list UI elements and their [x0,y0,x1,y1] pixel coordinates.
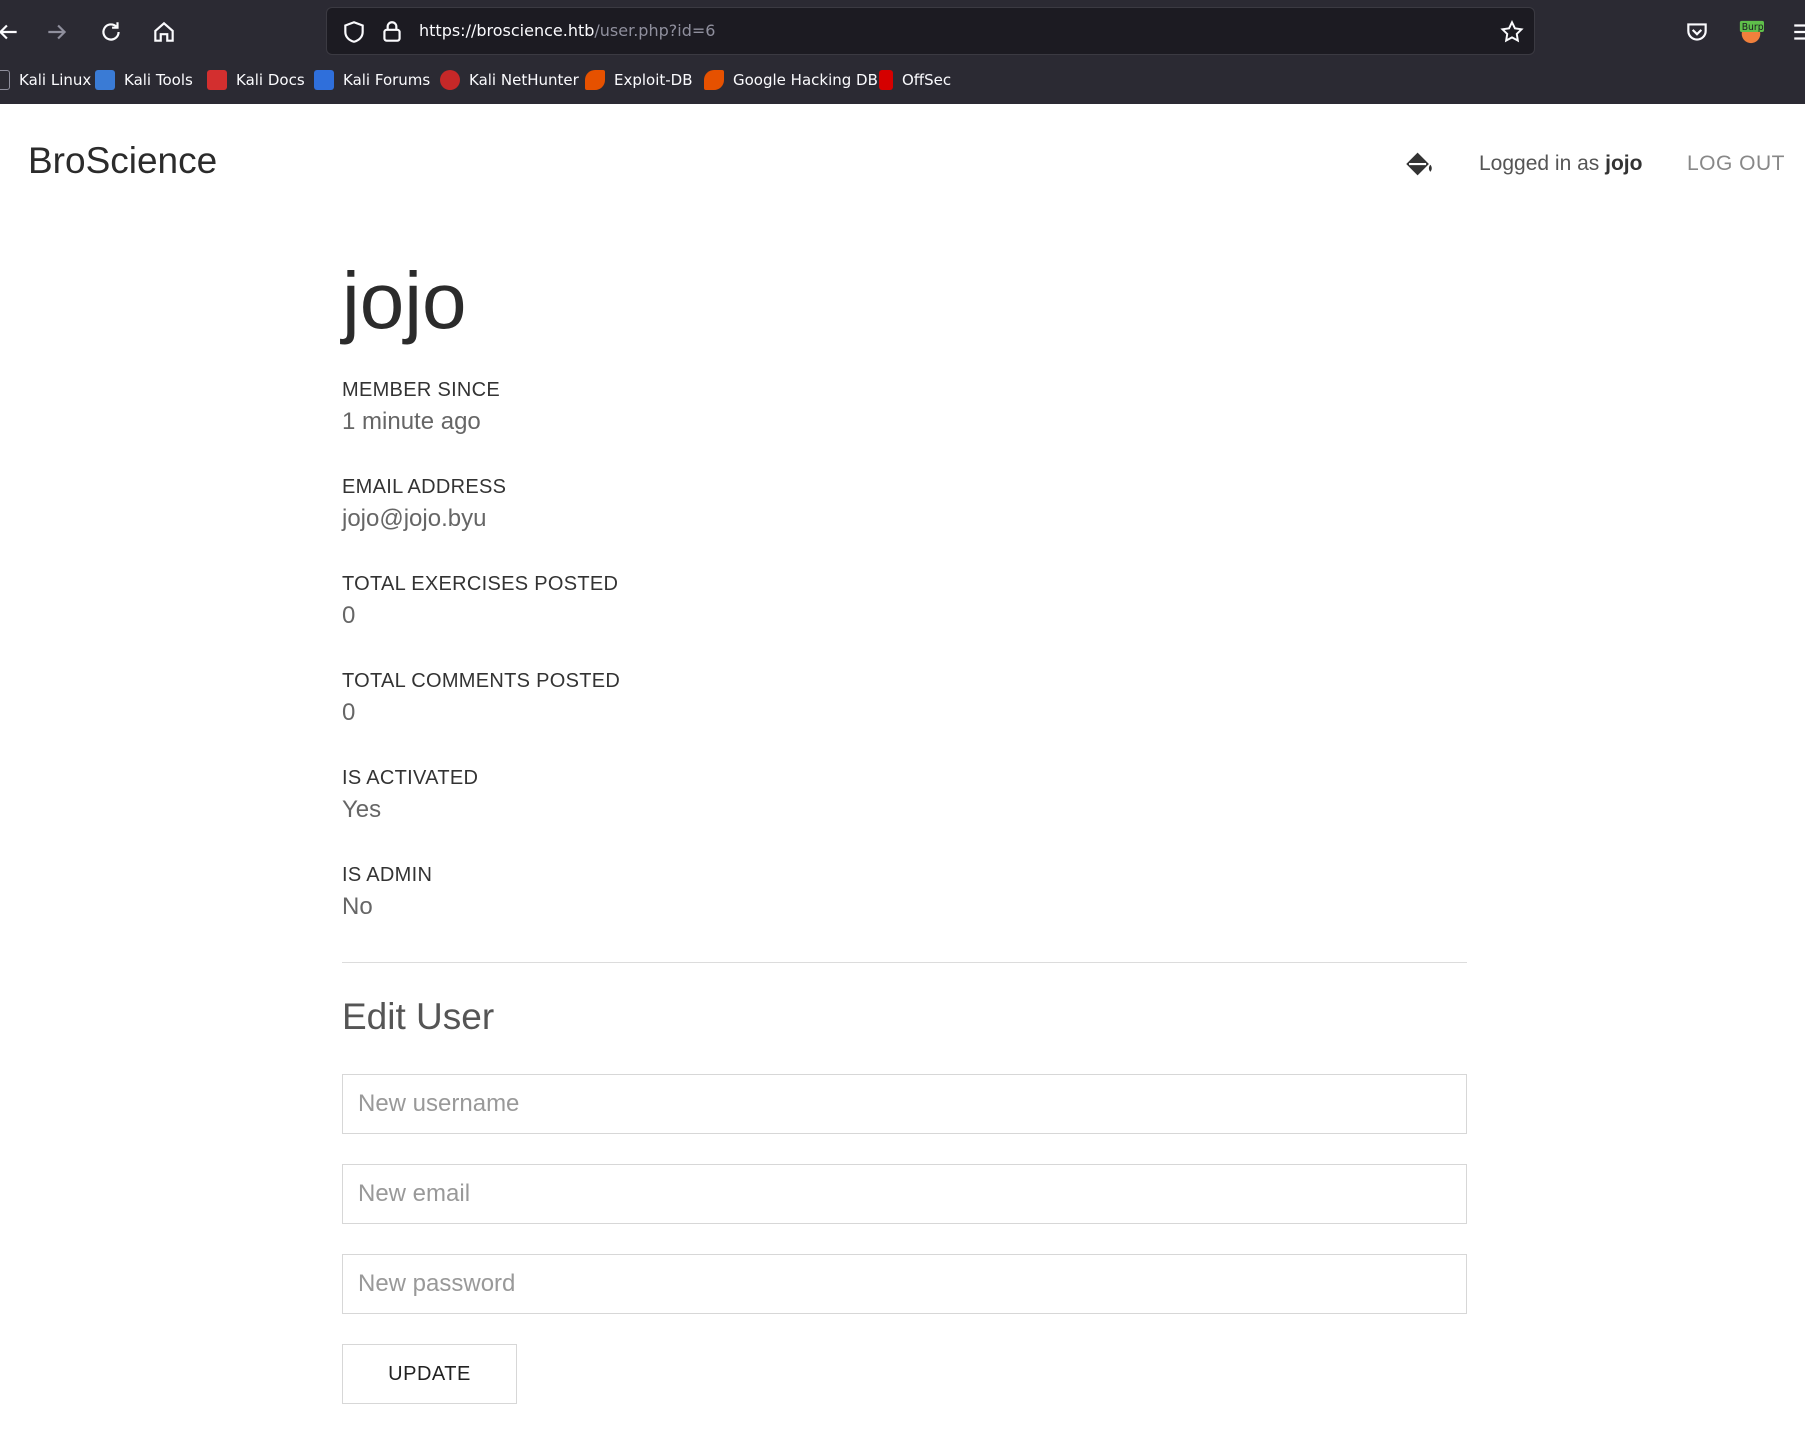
total-comments-field: TOTAL COMMENTS POSTED 0 [342,670,1467,727]
menu-icon[interactable] [1786,14,1805,50]
field-label: EMAIL ADDRESS [342,476,507,498]
member-since-field: MEMBER SINCE 1 minute ago [342,379,1467,436]
field-label: MEMBER SINCE [342,379,501,401]
bookmark-label: Kali Docs [236,71,305,89]
bookmark-kali-docs[interactable]: Kali Docs [207,70,305,90]
kali-tools-icon [95,70,115,90]
total-exercises-field: TOTAL EXERCISES POSTED 0 [342,573,1467,630]
profile-username: jojo [342,256,467,345]
exploit-db-icon [585,70,605,90]
home-icon[interactable] [146,14,182,50]
field-label: IS ACTIVATED [342,767,479,789]
profile-section: jojo MEMBER SINCE 1 minute ago EMAIL ADD… [342,255,1467,921]
kali-forums-icon [314,70,334,90]
pocket-icon[interactable] [1679,14,1715,50]
field-value: 0 [342,602,356,629]
section-divider [342,962,1467,963]
bookmark-kali-tools[interactable]: Kali Tools [95,70,193,90]
bookmark-exploit-db[interactable]: Exploit-DB [585,70,693,90]
lock-icon[interactable] [379,19,405,45]
bookmark-label: OffSec [902,71,952,89]
bookmark-offsec[interactable]: OffSec [879,70,951,90]
forward-icon[interactable] [39,14,75,50]
url-text[interactable]: https://broscience.htb/user.php?id=6 [419,21,715,40]
url-path: /user.php?id=6 [594,21,716,40]
bookmark-kali-nethunter[interactable]: Kali NetHunter [440,70,579,90]
field-value: 0 [342,699,356,726]
new-email-input[interactable] [342,1164,1467,1224]
field-label: TOTAL COMMENTS POSTED [342,670,621,692]
logged-in-status: Logged in as jojo [1479,152,1642,176]
paint-bucket-icon[interactable] [1402,147,1436,181]
bookmark-label: Kali NetHunter [469,71,579,89]
bookmark-label: Kali Forums [343,71,431,89]
new-password-input[interactable] [342,1254,1467,1314]
field-label: TOTAL EXERCISES POSTED [342,573,619,595]
bookmark-star-icon[interactable] [1499,19,1525,45]
reload-icon[interactable] [93,14,129,50]
address-bar[interactable]: https://broscience.htb/user.php?id=6 [326,7,1535,55]
logged-in-prefix: Logged in as [1479,152,1606,175]
bookmark-label: Kali Linux [19,71,92,89]
shield-icon[interactable] [341,19,367,45]
bookmark-kali-forums[interactable]: Kali Forums [314,70,430,90]
kali-nethunter-icon [440,70,460,90]
new-username-input[interactable] [342,1074,1467,1134]
burp-extension-icon[interactable]: Burp [1733,14,1769,50]
field-value: jojo@jojo.byu [342,505,487,532]
kali-linux-icon [0,70,10,90]
offsec-icon [879,70,893,90]
field-label: IS ADMIN [342,864,433,886]
bookmarks-bar: Kali Linux Kali Tools Kali Docs Kali For… [0,64,1805,100]
google-hacking-db-icon [704,70,724,90]
url-host: https://broscience.htb [419,21,595,40]
is-admin-field: IS ADMIN No [342,864,1467,921]
bookmark-label: Kali Tools [124,71,193,89]
email-address-field: EMAIL ADDRESS jojo@jojo.byu [342,476,1467,533]
update-button[interactable]: UPDATE [342,1344,517,1404]
field-value: Yes [342,796,382,823]
bookmark-kali-linux[interactable]: Kali Linux [0,70,91,90]
bookmark-label: Exploit-DB [614,71,693,89]
logout-link[interactable]: LOG OUT [1687,152,1785,176]
bookmark-google-hacking-db[interactable]: Google Hacking DB [704,70,878,90]
field-value: 1 minute ago [342,408,481,435]
burp-badge-text: Burp [1742,22,1764,33]
browser-toolbar: https://broscience.htb/user.php?id=6 Bur… [0,0,1805,104]
logged-in-username: jojo [1605,152,1643,175]
is-activated-field: IS ACTIVATED Yes [342,767,1467,824]
field-value: No [342,893,373,920]
bookmark-label: Google Hacking DB [733,71,878,89]
site-brand[interactable]: BroScience [28,140,217,182]
kali-docs-icon [207,70,227,90]
edit-user-title: Edit User [342,996,495,1037]
back-icon[interactable] [0,14,26,50]
